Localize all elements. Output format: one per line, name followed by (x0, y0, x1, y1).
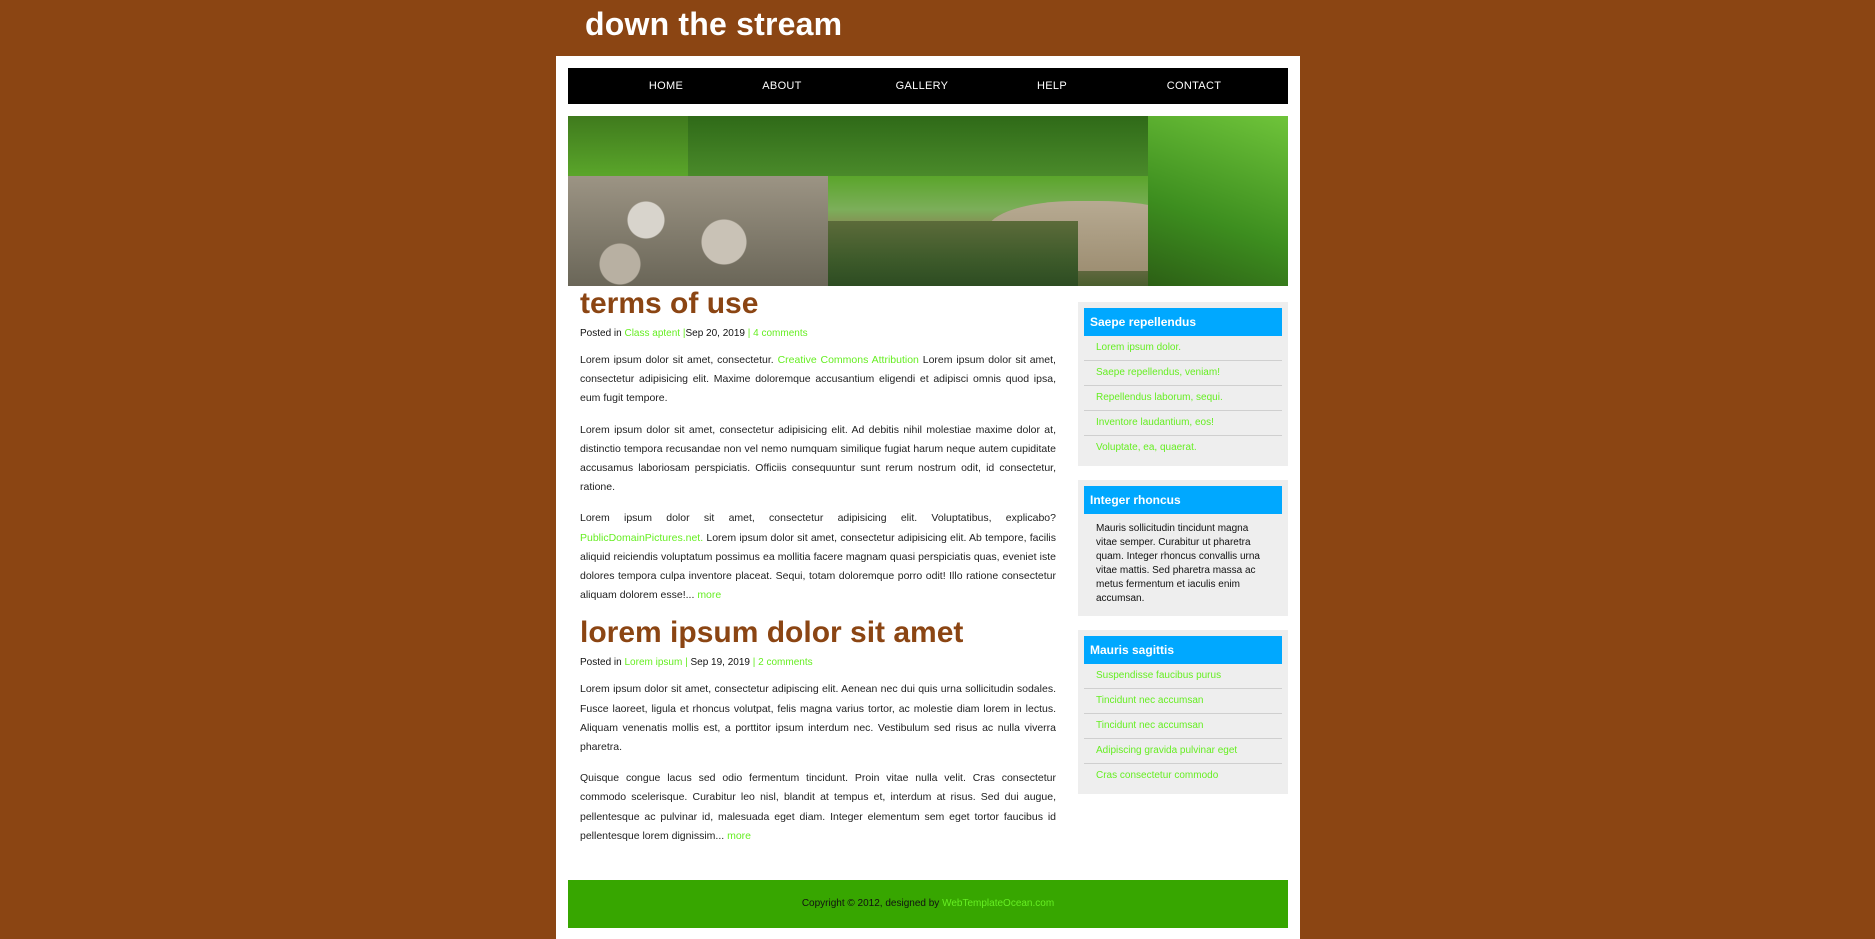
post-meta: Posted in Class aptent |Sep 20, 2019 | 4… (580, 328, 1056, 339)
meta-separator: | (752, 657, 756, 669)
nav-gallery[interactable]: GALLERY (872, 68, 972, 104)
category-link[interactable]: Class aptent (624, 328, 680, 339)
sidebar-link[interactable]: Lorem ipsum dolor. (1084, 336, 1282, 361)
sidebar-link[interactable]: Repellendus laborum, sequi. (1084, 386, 1282, 411)
sidebar-link[interactable]: Saepe repellendus, veniam! (1084, 361, 1282, 386)
sidebar-box-links: Mauris sagittis Suspendisse faucibus pur… (1078, 630, 1288, 794)
sidebar-link[interactable]: Tincidunt nec accumsan (1084, 689, 1282, 714)
post-meta: Posted in Lorem ipsum | Sep 19, 2019 | 2… (580, 657, 1056, 668)
header-banner-image (568, 116, 1288, 286)
sidebar: Saepe repellendus Lorem ipsum dolor. Sae… (1078, 302, 1288, 808)
sidebar-text: Mauris sollicitudin tincidunt magna vita… (1096, 523, 1260, 604)
site-title[interactable]: down the stream (585, 6, 842, 43)
post-paragraph: Quisque congue lacus sed odio fermentum … (580, 772, 1056, 842)
sidebar-link[interactable]: Voluptate, ea, quaerat. (1084, 436, 1282, 460)
posted-in-label: Posted in (580, 328, 622, 339)
nav-help[interactable]: HELP (1002, 68, 1102, 104)
sidebar-link[interactable]: Suspendisse faucibus purus (1084, 664, 1282, 689)
post-date: Sep 19, 2019 (690, 657, 750, 669)
nav-home[interactable]: HOME (616, 68, 716, 104)
inline-link[interactable]: PublicDomainPictures.net. (580, 532, 703, 544)
main-content: terms of use Posted in Class aptent |Sep… (580, 286, 1056, 846)
post-paragraph: Lorem ipsum dolor sit amet, consectetur … (580, 423, 1056, 494)
post-date: Sep 20, 2019 (685, 328, 745, 339)
post-title[interactable]: terms of use (580, 286, 1056, 322)
sidebar-link[interactable]: Adipiscing gravida pulvinar eget (1084, 739, 1282, 764)
footer-link[interactable]: WebTemplateOcean.com (942, 898, 1054, 909)
sidebar-box-links: Saepe repellendus Lorem ipsum dolor. Sae… (1078, 302, 1288, 466)
post-paragraph: Lorem ipsum dolor sit amet, consectetur … (580, 512, 1056, 602)
inline-link[interactable]: Creative Commons Attribution (778, 354, 919, 366)
page-wrapper: HOME ABOUT GALLERY HELP CONTACT terms of… (556, 56, 1300, 939)
meta-separator: | (747, 328, 751, 339)
more-link[interactable]: more (697, 589, 721, 601)
sidebar-link[interactable]: Cras consectetur commodo (1084, 764, 1282, 788)
sidebar-box-text: Integer rhoncus Mauris sollicitudin tinc… (1078, 480, 1288, 616)
comments-link[interactable]: 4 comments (753, 328, 807, 339)
footer: Copyright © 2012, designed by WebTemplat… (568, 880, 1288, 928)
main-nav: HOME ABOUT GALLERY HELP CONTACT (568, 68, 1288, 104)
category-link[interactable]: Lorem ipsum (624, 657, 682, 668)
sidebar-heading: Integer rhoncus (1084, 486, 1282, 514)
sidebar-link[interactable]: Tincidunt nec accumsan (1084, 714, 1282, 739)
posted-in-label: Posted in (580, 657, 622, 669)
post-paragraph: Lorem ipsum dolor sit amet, consectetur.… (580, 354, 1056, 405)
more-link[interactable]: more (727, 830, 751, 842)
nav-about[interactable]: ABOUT (732, 68, 832, 104)
sidebar-link[interactable]: Inventore laudantium, eos! (1084, 411, 1282, 436)
post-paragraph: Lorem ipsum dolor sit amet, consectetur … (580, 683, 1056, 754)
meta-separator: | (685, 657, 688, 669)
post-title[interactable]: lorem ipsum dolor sit amet (580, 615, 1056, 651)
sidebar-heading: Mauris sagittis (1084, 636, 1282, 664)
nav-contact[interactable]: CONTACT (1144, 68, 1244, 104)
sidebar-heading: Saepe repellendus (1084, 308, 1282, 336)
copyright-text: Copyright © 2012, designed by (801, 898, 940, 909)
comments-link[interactable]: 2 comments (758, 657, 812, 668)
